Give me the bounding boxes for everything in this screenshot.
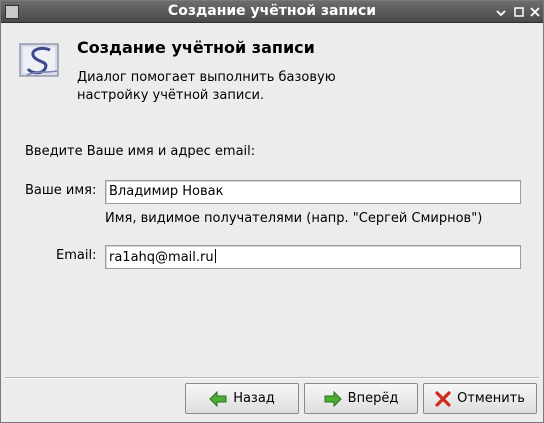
back-button-label: Назад (233, 391, 275, 406)
cancel-button-label: Отменить (457, 391, 525, 406)
name-hint: Имя, видимое получателями (напр. "Сергей… (105, 211, 483, 226)
email-label: Email: (56, 248, 97, 263)
text-cursor (214, 249, 216, 263)
cancel-button[interactable]: Отменить (423, 383, 537, 414)
name-field[interactable]: Владимир Новак (105, 180, 521, 204)
arrow-left-icon (209, 390, 227, 407)
next-button[interactable]: Вперёд (304, 383, 418, 414)
button-separator (5, 377, 539, 379)
header-description: Диалог помогает выполнить базовую настро… (77, 70, 336, 103)
name-field-value: Владимир Новак (109, 184, 224, 199)
email-field[interactable]: ra1ahq@mail.ru (105, 245, 521, 269)
next-button-label: Вперёд (347, 391, 399, 406)
window-title: Создание учётной записи (167, 3, 377, 19)
evolution-logo-icon (19, 41, 61, 79)
name-label: Ваше имя: (25, 183, 97, 198)
arrow-right-icon (324, 390, 342, 407)
cancel-x-icon (435, 390, 451, 407)
title-bar[interactable]: Создание учётной записи (1, 1, 543, 23)
minimize-icon[interactable] (494, 5, 508, 19)
maximize-icon[interactable] (512, 5, 526, 19)
header-title: Создание учётной записи (77, 38, 315, 57)
account-setup-dialog: Создание учётной записи Создание учётной… (0, 0, 544, 423)
form-prompt: Введите Ваше имя и адрес email: (25, 144, 256, 159)
email-field-value: ra1ahq@mail.ru (109, 250, 214, 265)
back-button[interactable]: Назад (185, 383, 299, 414)
close-icon[interactable] (528, 5, 542, 19)
